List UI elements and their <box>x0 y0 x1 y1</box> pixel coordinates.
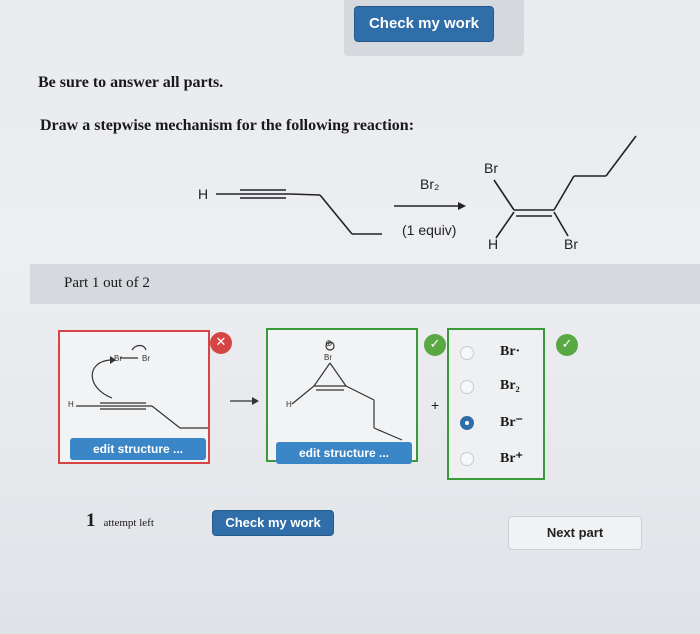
attempts-text: attempt left <box>103 517 154 529</box>
option-label: Br⁺ <box>500 451 523 466</box>
radio-br-radical[interactable] <box>460 346 474 360</box>
step-arrow <box>230 397 259 405</box>
reaction-scheme <box>216 135 637 239</box>
option-label: Br⁻ <box>500 415 523 430</box>
edit-structure-button-2[interactable]: edit structure ... <box>276 442 412 464</box>
reactant-h-label: H <box>198 186 209 202</box>
reagent-label: Br₂ <box>420 176 440 192</box>
option-label: Br· <box>500 344 521 359</box>
product-br-bottom-label: Br <box>564 236 578 252</box>
step-1-br-right: Br <box>142 354 150 363</box>
product-br-top-label: Br <box>484 160 498 176</box>
step-1-br-left: Br <box>114 354 122 363</box>
product-h-label: H <box>488 236 499 252</box>
incorrect-icon: ✕ <box>210 332 232 354</box>
step-2-h: H <box>286 400 292 409</box>
radio-br-anion[interactable] <box>460 416 474 430</box>
step-2-br: Br <box>324 353 332 362</box>
edit-structure-button-1[interactable]: edit structure ... <box>70 438 206 460</box>
correct-icon: ✓ <box>424 334 446 356</box>
part-header: Part 1 out of 2 <box>30 264 700 304</box>
radio-br2[interactable] <box>460 380 474 394</box>
check-my-work-button[interactable]: Check my work <box>212 510 334 536</box>
step-1-h: H <box>68 400 74 409</box>
step-2-charge: ⊕ <box>325 338 333 348</box>
attempts-remaining: 1 attempt left <box>86 510 154 532</box>
part-label: Part 1 out of 2 <box>64 275 150 291</box>
conditions-label: (1 equiv) <box>402 222 457 238</box>
attempts-count: 1 <box>86 510 96 531</box>
correct-icon: ✓ <box>556 334 578 356</box>
plus-sign: + <box>431 397 440 413</box>
option-label: Br₂ <box>500 378 520 393</box>
radio-br-cation[interactable] <box>460 452 474 466</box>
next-part-button[interactable]: Next part <box>508 516 642 550</box>
